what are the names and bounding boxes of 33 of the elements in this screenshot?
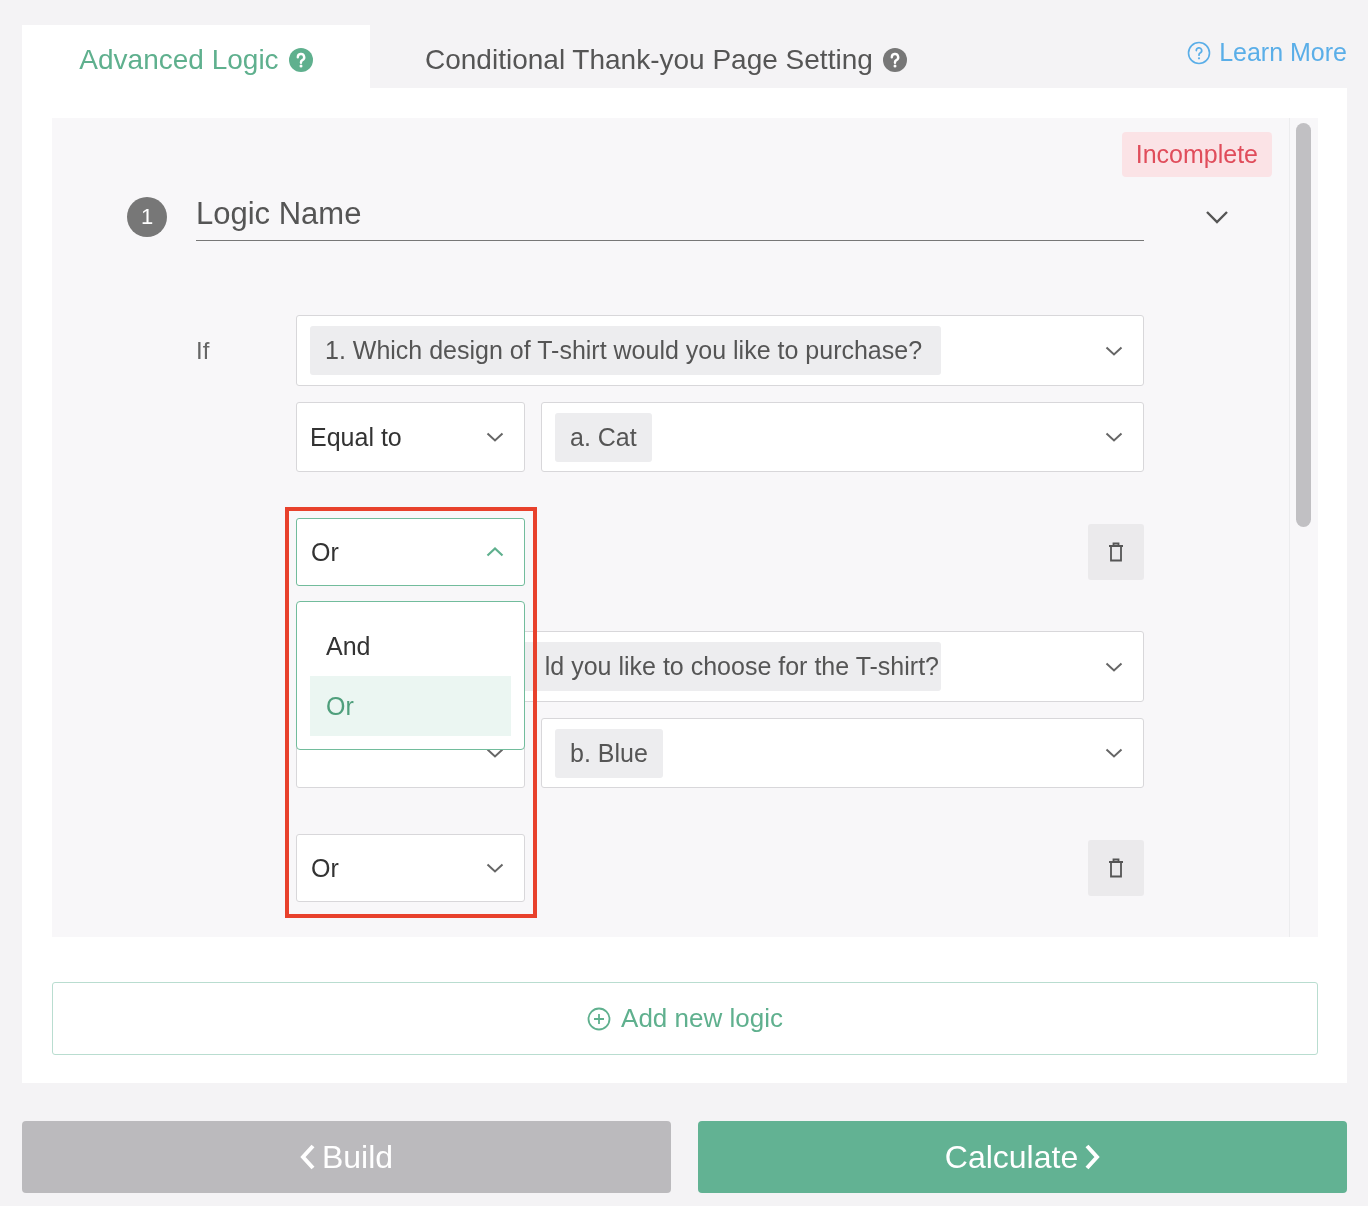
chevron-down-icon (1105, 661, 1123, 672)
answer-chip: a. Cat (555, 412, 652, 462)
chevron-down-icon (1105, 345, 1123, 356)
chevron-up-icon (486, 547, 504, 557)
trash-icon (1108, 858, 1124, 878)
help-icon (288, 47, 313, 72)
status-badge: Incomplete (1121, 132, 1272, 177)
if-label: If (196, 336, 211, 366)
chevron-down-icon (486, 748, 504, 758)
chevron-right-icon (1084, 1144, 1101, 1170)
answer-chip: b. Blue (555, 728, 663, 778)
chevron-left-icon (299, 1144, 316, 1170)
delete-button[interactable] (1088, 840, 1144, 896)
tab[interactable]: Conditional Thank-you Page Setting (370, 25, 961, 88)
chevron-down-icon (486, 432, 504, 442)
answer-select[interactable]: b. Blue (541, 718, 1144, 788)
plus-circle-icon (587, 1006, 612, 1031)
connector-select[interactable]: Or (296, 834, 525, 902)
help-icon (882, 47, 907, 72)
operator-select[interactable]: Equal to (296, 402, 525, 472)
question-select[interactable]: 1. Which design of T-shirt would you like to purchase? (296, 315, 1144, 386)
chevron-down-icon (486, 863, 504, 873)
help-icon (1187, 40, 1212, 65)
answer-select[interactable]: a. Cat (541, 402, 1144, 472)
logic-number: 1 (127, 196, 167, 237)
trash-icon (1108, 542, 1124, 562)
chevron-down-icon[interactable] (1205, 209, 1229, 224)
question-chip: 1. Which design of T-shirt would you like to purchase? (310, 326, 941, 375)
connector-select[interactable]: Or (296, 518, 525, 586)
logic-name-field[interactable]: Logic Name (196, 192, 1144, 241)
chevron-down-icon (1105, 748, 1123, 758)
chevron-down-icon (1105, 432, 1123, 442)
delete-button[interactable] (1088, 524, 1144, 580)
